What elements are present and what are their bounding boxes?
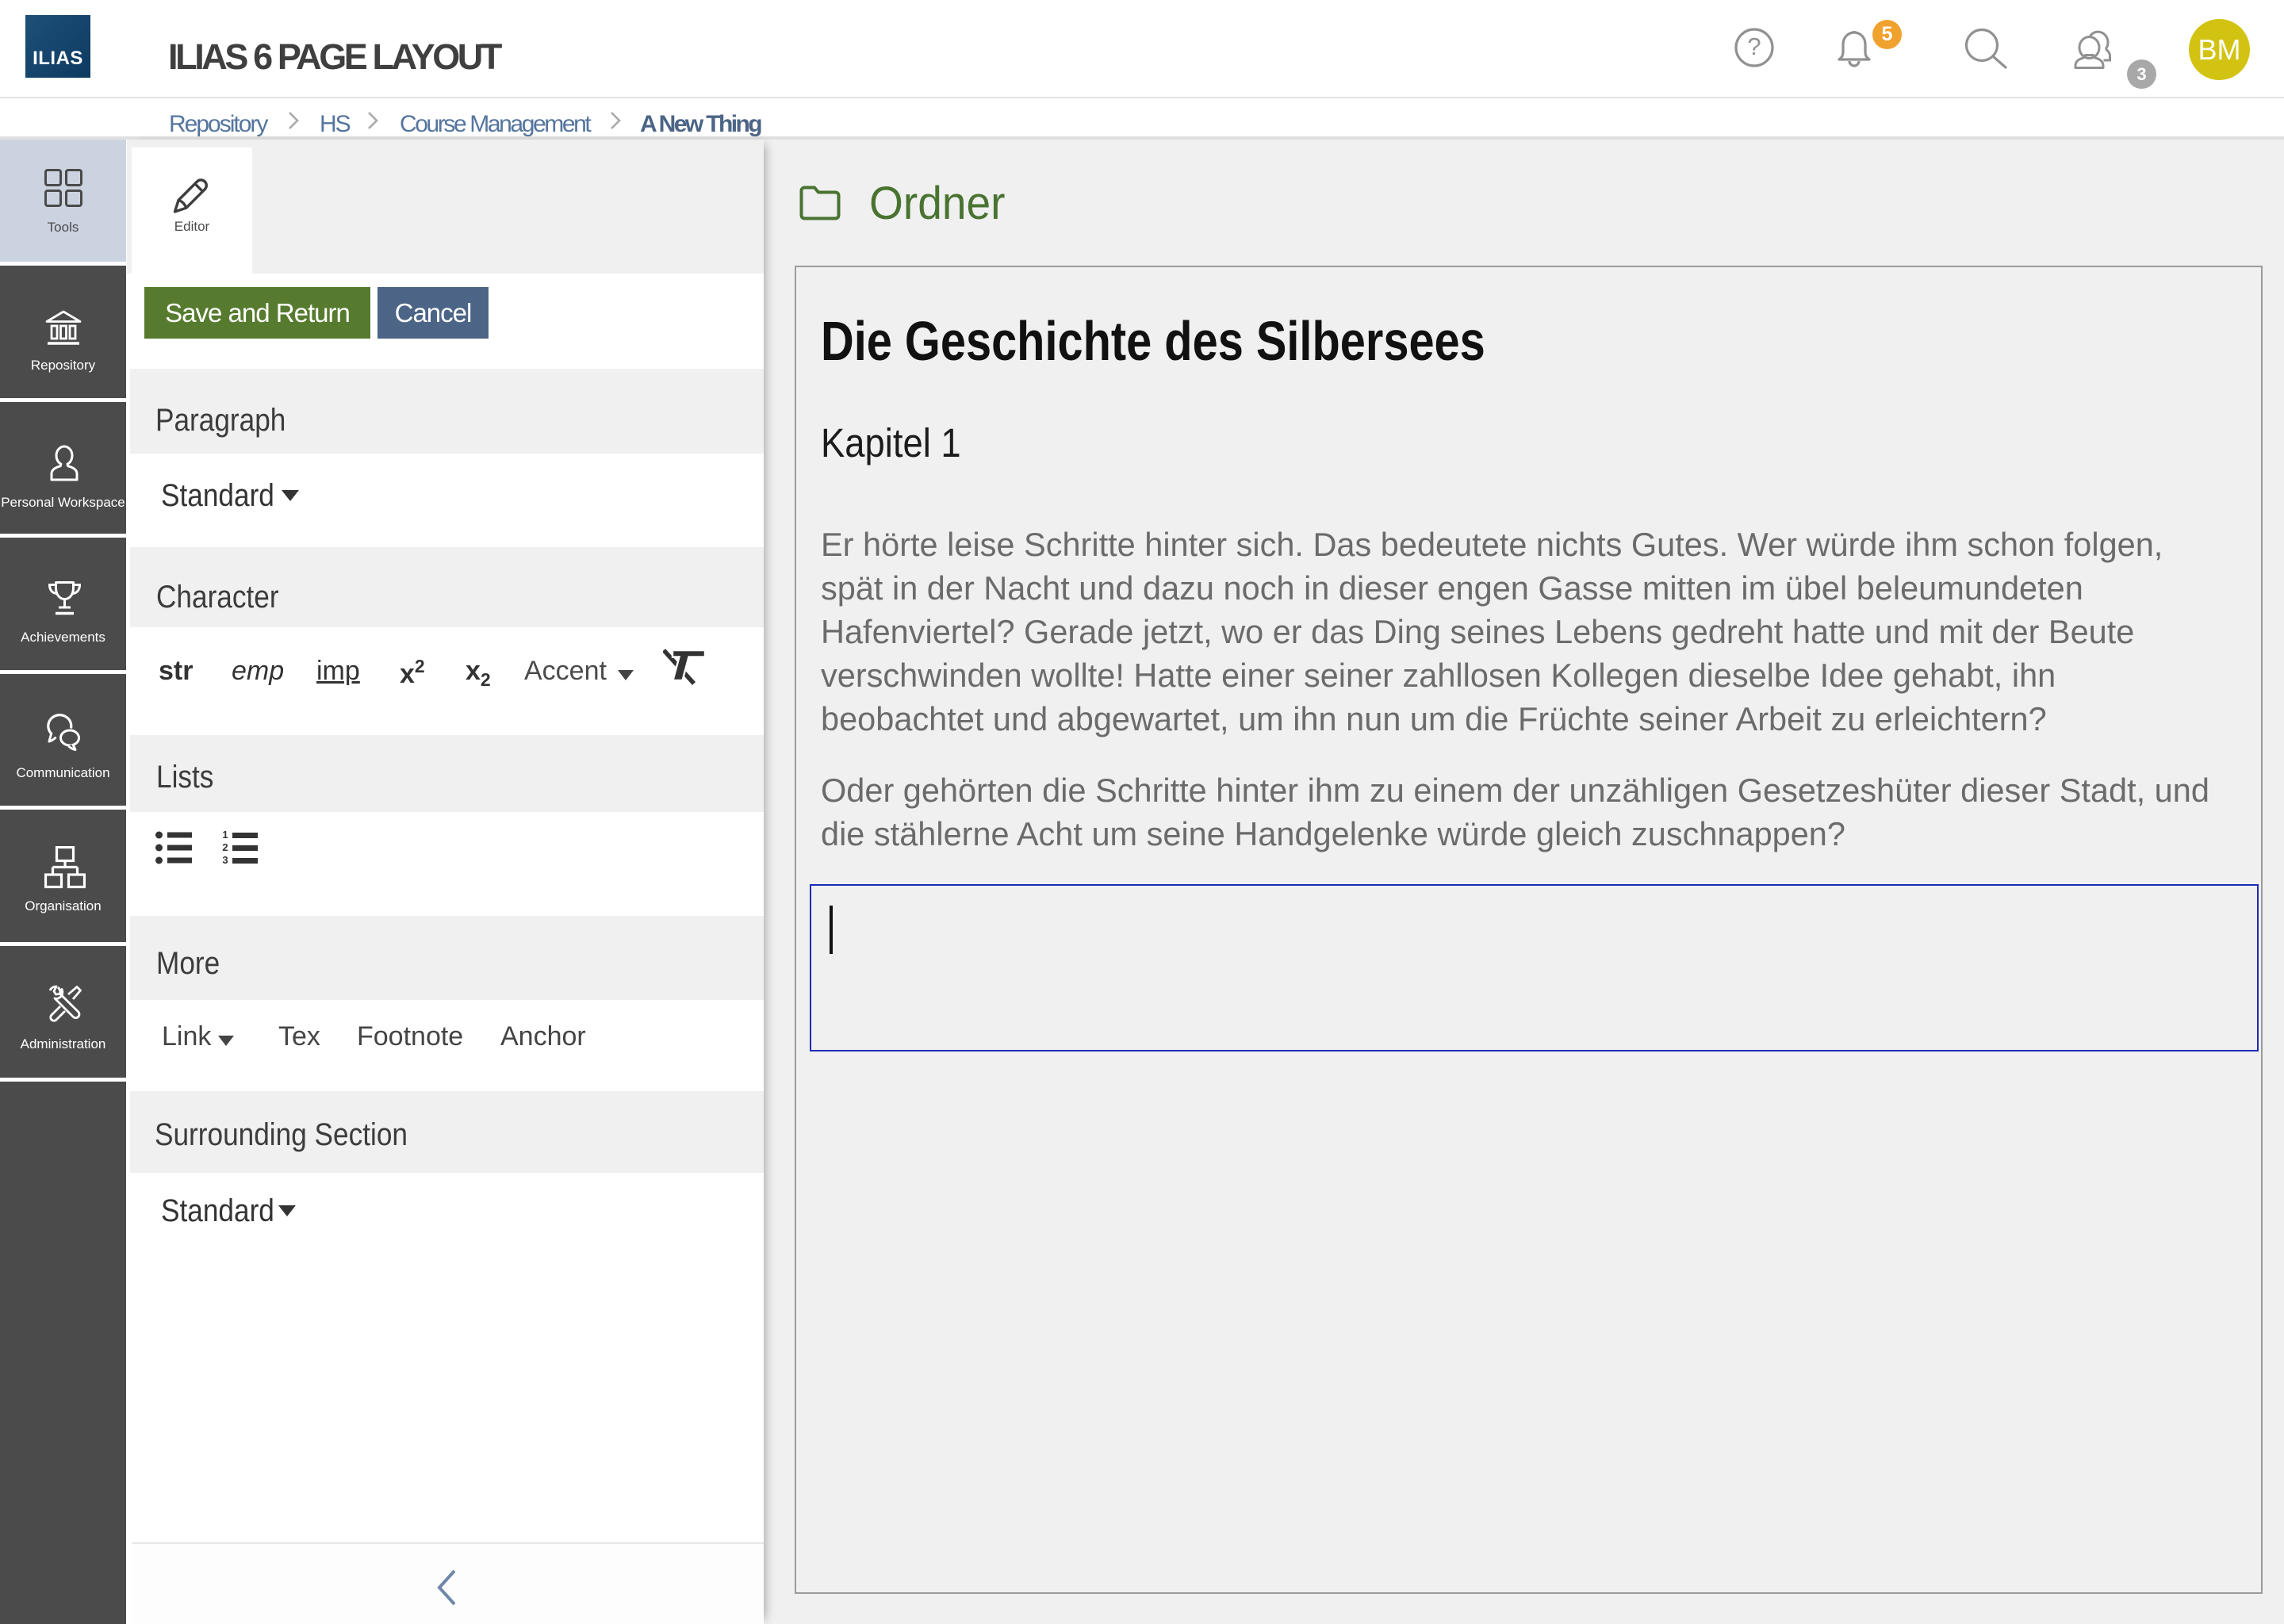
svg-text:3: 3 [222,854,228,866]
svg-text:1: 1 [222,829,228,841]
svg-text:?: ? [1747,33,1761,60]
svg-text:2: 2 [222,841,228,853]
